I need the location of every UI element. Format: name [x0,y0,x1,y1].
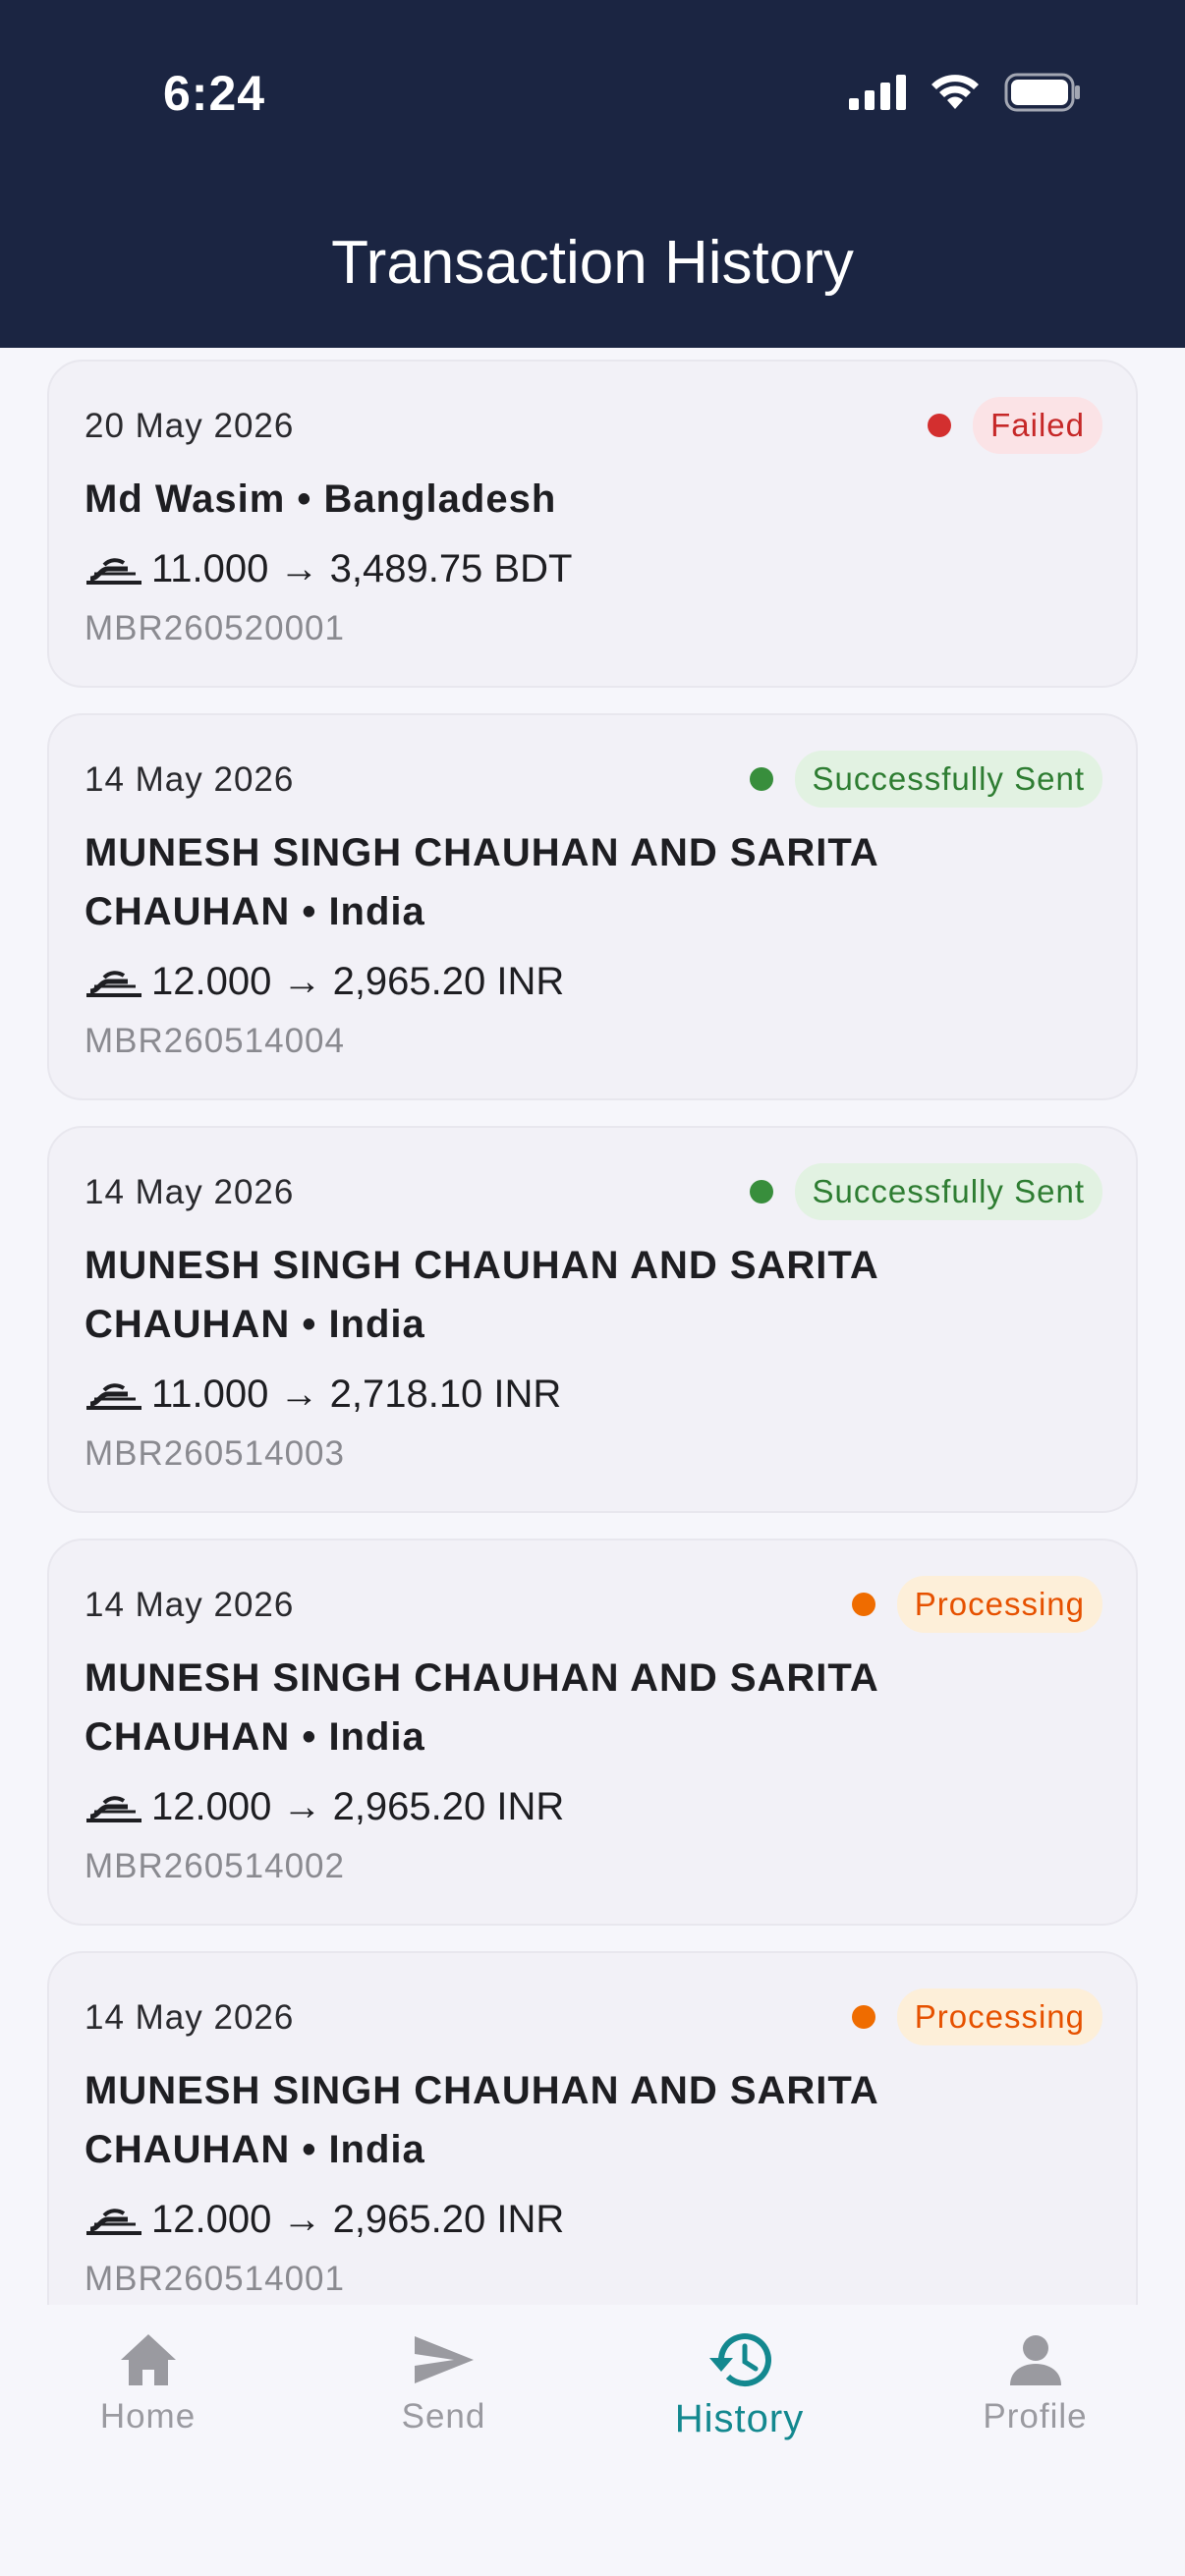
status-dot [749,767,773,791]
reference-number: MBR260514002 [85,1847,345,1885]
tab-label: Send [401,2397,486,2436]
status-indicator: Processing [851,1576,1102,1633]
recipient-name: MUNESH SINGH CHAUHAN AND SARITA CHAUHAN … [85,1244,878,1346]
amount-row: 11.000 → 3,489.75 BDT [85,538,1100,599]
amount-text: 12.000 → 2,965.20 INR [151,959,565,1003]
amount-text: 11.000 → 2,718.10 INR [151,1372,562,1416]
status-icons [849,73,1081,112]
status-dot [928,414,952,437]
transaction-card[interactable]: 14 May 2026 Successfully Sent MUNESH SIN… [47,1126,1138,1513]
recipient-name: MUNESH SINGH CHAUHAN AND SARITA CHAUHAN … [85,2069,878,2171]
reference-number: MBR260520001 [85,609,345,647]
currency-icon [86,1796,141,1822]
amount-row: 12.000 → 2,965.20 INR [85,951,1100,1012]
amount-row: 11.000 → 2,718.10 INR [85,1364,1100,1425]
page-title: Transaction History [331,229,854,297]
bottom-tab-bar: Home Send History Profile [0,2305,1185,2576]
tab-label: Profile [983,2397,1088,2436]
transaction-card[interactable]: 14 May 2026 Processing MUNESH SINGH CHAU… [47,1951,1138,2305]
transaction-list[interactable]: 20 May 2026 Failed Md Wasim • Bangladesh… [47,360,1138,2305]
amount-row: 12.000 → 2,965.20 INR [85,2189,1100,2250]
reference-number: MBR260514001 [85,2260,345,2298]
tab-profile[interactable]: Profile [887,2330,1183,2436]
status-badge: Successfully Sent [794,751,1102,808]
transaction-card[interactable]: 20 May 2026 Failed Md Wasim • Bangladesh… [47,360,1138,688]
tab-home[interactable]: Home [0,2330,296,2436]
send-icon [414,2336,474,2383]
status-dot [851,2005,875,2029]
currency-icon [86,1383,141,1410]
status-time: 6:24 [163,66,266,121]
status-badge: Successfully Sent [794,1163,1102,1220]
status-indicator: Successfully Sent [749,1163,1102,1220]
tab-label: History [674,2397,805,2440]
tab-send[interactable]: Send [296,2330,592,2436]
currency-icon [86,971,141,997]
status-dot [851,1593,875,1616]
currency-icon [86,2209,141,2235]
status-indicator: Processing [851,1988,1102,2045]
transaction-card[interactable]: 14 May 2026 Successfully Sent MUNESH SIN… [47,713,1138,1100]
amount-text: 11.000 → 3,489.75 BDT [151,546,573,590]
amount-text: 12.000 → 2,965.20 INR [151,2197,565,2241]
home-icon [120,2334,176,2385]
recipient-name: MUNESH SINGH CHAUHAN AND SARITA CHAUHAN … [85,1656,878,1759]
tab-label: Home [99,2397,197,2436]
status-badge: Processing [896,1576,1102,1633]
app-header: 6:24 Transaction History [0,0,1185,348]
recipient-name: MUNESH SINGH CHAUHAN AND SARITA CHAUHAN … [85,831,878,933]
status-badge: Failed [973,397,1102,454]
amount-row: 12.000 → 2,965.20 INR [85,1776,1100,1837]
battery-icon [1004,73,1080,112]
signal-icon [849,75,906,110]
recipient-name: Md Wasim • Bangladesh [85,477,557,521]
reference-number: MBR260514004 [85,1022,345,1060]
currency-icon [86,558,141,585]
amount-text: 12.000 → 2,965.20 INR [151,1784,565,1828]
status-indicator: Successfully Sent [749,751,1102,808]
history-icon [708,2333,771,2387]
status-badge: Processing [896,1988,1102,2045]
wifi-icon [931,75,979,109]
tab-history[interactable]: History [592,2330,887,2441]
reference-number: MBR260514003 [85,1434,345,1473]
transaction-card[interactable]: 14 May 2026 Processing MUNESH SINGH CHAU… [47,1539,1138,1926]
profile-icon [1009,2335,1061,2385]
status-indicator: Failed [928,397,1102,454]
status-dot [749,1180,773,1204]
